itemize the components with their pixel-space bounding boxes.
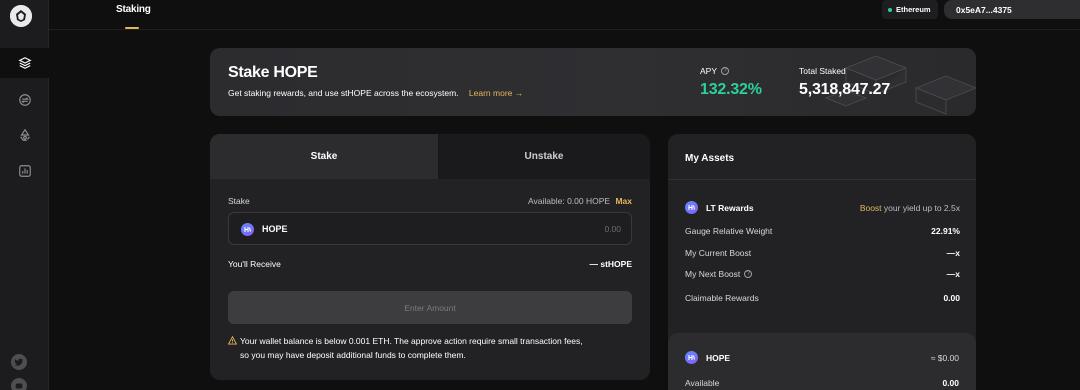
row-label: Claimable Rewards — [685, 293, 759, 303]
row-value: 22.91% — [931, 226, 960, 236]
hope-available-value: 0.00 — [942, 378, 959, 388]
stake-panel: Stake Unstake Stake Available: 0.00 HOPE… — [210, 134, 650, 380]
row-value: —x — [946, 248, 960, 258]
row-label: Gauge Relative Weight — [685, 226, 773, 236]
assets-title: My Assets — [685, 153, 735, 164]
network-name: Ethereum — [896, 5, 931, 14]
boost-promo: Boost your yield up to 2.5x — [860, 203, 960, 213]
sidebar-item-staking[interactable] — [0, 48, 50, 78]
coin-swap-icon — [18, 94, 31, 106]
hope-logo-icon[interactable] — [10, 5, 32, 27]
hope-card-title: HOPE — [706, 353, 731, 363]
help-icon[interactable]: ? — [721, 67, 730, 75]
network-selector[interactable]: Ethereum — [882, 0, 938, 19]
lt-rewards-title: LT Rewards — [706, 203, 754, 213]
help-icon[interactable]: ? — [744, 270, 753, 278]
sidebar — [0, 0, 50, 390]
available-balance: Available: 0.00 HOPE Max — [528, 196, 632, 206]
row-value: 0.00 — [943, 293, 960, 303]
hope-available-label: Available — [685, 378, 720, 388]
banner-description: Get staking rewards, and use stHOPE acro… — [228, 88, 459, 98]
row-label: My Current Boost — [685, 248, 752, 258]
tab-stake[interactable]: Stake — [210, 134, 438, 179]
boost-link[interactable]: Boost — [860, 203, 882, 213]
warning-text-line-2: so you may have deposit additional funds… — [240, 350, 466, 360]
layers-icon — [18, 57, 32, 69]
total-staked-value: 5,318,847.27 — [799, 81, 891, 98]
sidebar-item-farm[interactable] — [0, 120, 49, 150]
twitter-icon[interactable] — [11, 354, 27, 370]
stake-banner: Stake HOPE Get staking rewards, and use … — [210, 48, 976, 116]
stake-field-label: Stake — [228, 196, 250, 206]
warning-icon — [228, 336, 237, 345]
learn-more-link[interactable]: Learn more → — [469, 88, 523, 98]
sidebar-item-swap[interactable] — [0, 85, 49, 115]
hope-token-icon — [241, 223, 254, 236]
app-root: Staking Ethereum 0x5eA7...4375 Stake HOP… — [0, 0, 1080, 390]
warning-text-line-1: Your wallet balance is below 0.001 ETH. … — [240, 336, 583, 346]
sidebar-item-analytics[interactable] — [0, 156, 49, 186]
apy-value: 132.32% — [700, 81, 762, 98]
my-assets-panel: My Assets LT Rewards Boost your yield up… — [668, 134, 976, 390]
divider — [668, 179, 976, 180]
hope-asset-card: HOPE ≈ $0.00 Available 0.00 — [668, 333, 976, 390]
discord-icon[interactable] — [11, 378, 27, 390]
stake-amount-field[interactable]: HOPE — [228, 212, 632, 245]
bar-chart-icon — [18, 165, 31, 177]
banner-subtitle: Get staking rewards, and use stHOPE acro… — [228, 88, 523, 98]
enter-amount-button[interactable]: Enter Amount — [228, 291, 632, 324]
stake-tabs: Stake Unstake — [210, 134, 650, 179]
hope-token-icon — [685, 351, 698, 364]
boost-promo-text: your yield up to 2.5x — [881, 203, 960, 213]
tab-unstake[interactable]: Unstake — [438, 134, 650, 179]
network-status-dot — [888, 7, 892, 12]
apy-label-text: APY — [700, 66, 718, 76]
row-value: —x — [946, 269, 960, 279]
wallet-address-button[interactable]: 0x5eA7...4375 — [944, 0, 1080, 19]
tab-active-indicator — [125, 27, 139, 29]
row-label: My Next Boost — [685, 269, 741, 279]
tab-staking[interactable]: Staking — [116, 4, 151, 15]
lt-token-icon — [685, 201, 698, 214]
row-label-with-help: My Next Boost ? — [685, 269, 753, 279]
available-text: Available: 0.00 HOPE — [528, 196, 611, 206]
hope-usd-value: ≈ $0.00 — [930, 353, 959, 363]
total-staked-label: Total Staked — [799, 66, 846, 76]
max-button[interactable]: Max — [615, 196, 632, 206]
token-symbol: HOPE — [262, 224, 288, 234]
apy-label: APY ? — [700, 66, 730, 76]
page-title: Stake HOPE — [228, 64, 318, 81]
receive-label: You'll Receive — [228, 259, 281, 269]
lt-rewards-row: LT Rewards Boost your yield up to 2.5x — [685, 201, 960, 215]
stake-amount-input[interactable] — [501, 221, 621, 237]
recycle-icon — [19, 128, 30, 141]
receive-value: — stHOPE — [589, 259, 632, 269]
